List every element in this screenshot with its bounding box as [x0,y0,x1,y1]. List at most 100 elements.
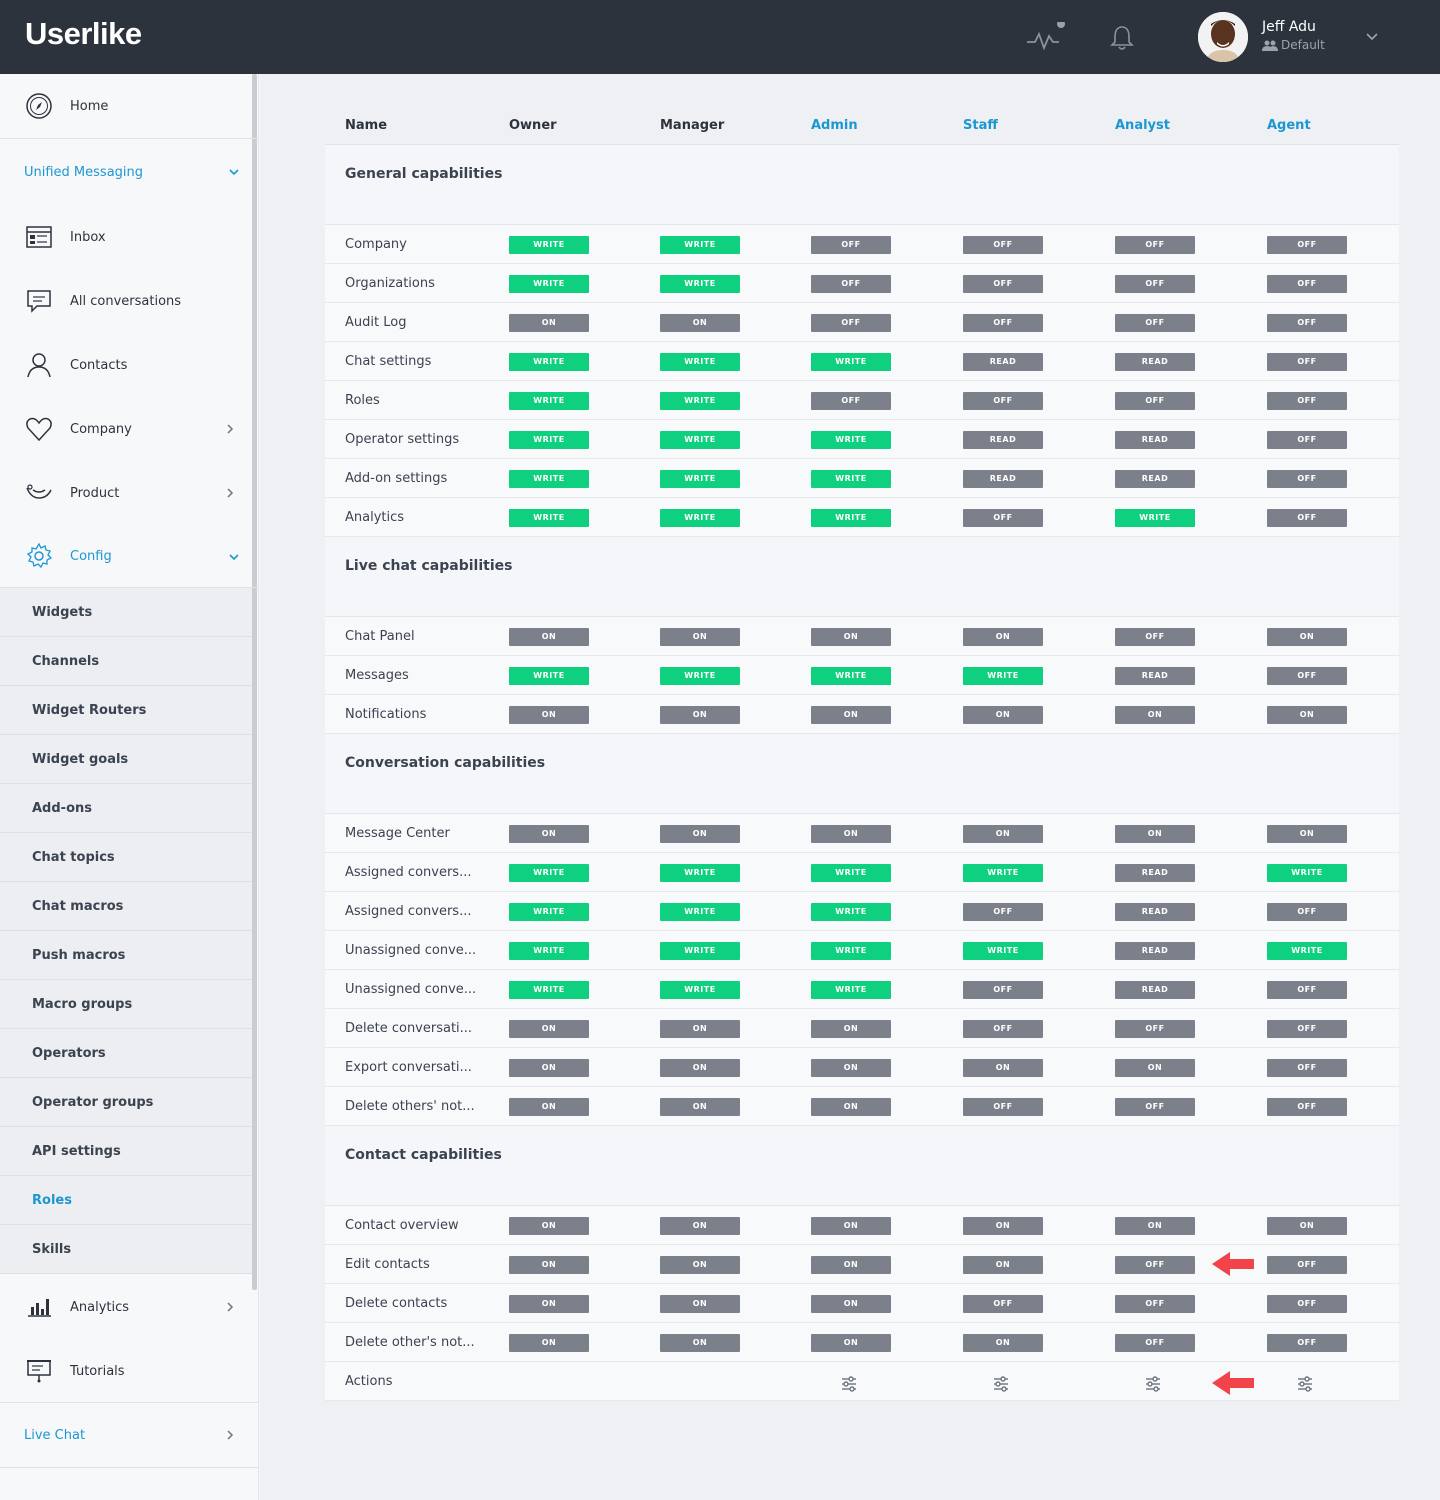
permission-badge[interactable]: OFF [1267,667,1347,685]
permission-badge[interactable]: ON [509,825,589,843]
column-header-staff[interactable]: Staff [963,118,998,133]
permission-badge[interactable]: ON [1267,1217,1347,1235]
permission-badge[interactable]: OFF [1267,1256,1347,1274]
sidebar-section-live-chat[interactable]: Live Chat [0,1403,252,1467]
permission-badge[interactable]: OFF [963,1098,1043,1116]
sidebar-subitem-widget-routers[interactable]: Widget Routers [0,686,252,735]
permission-badge[interactable]: ON [660,1334,740,1352]
permission-badge[interactable]: WRITE [811,353,891,371]
permission-badge[interactable]: OFF [1267,981,1347,999]
permission-badge[interactable]: OFF [1115,275,1195,293]
permission-badge[interactable]: WRITE [509,353,589,371]
permission-badge[interactable]: ON [963,1334,1043,1352]
activity-icon[interactable] [1025,22,1067,54]
permission-badge[interactable]: READ [1115,353,1195,371]
permission-badge[interactable]: ON [811,628,891,646]
permission-badge[interactable]: ON [509,628,589,646]
permission-badge[interactable]: WRITE [811,903,891,921]
permission-badge[interactable]: READ [1115,981,1195,999]
sidebar-subitem-chat-macros[interactable]: Chat macros [0,882,252,931]
permission-badge[interactable]: WRITE [1267,864,1347,882]
sidebar-item-home[interactable]: Home [0,74,252,138]
permission-badge[interactable]: ON [1115,1059,1195,1077]
permission-badge[interactable]: OFF [1267,1059,1347,1077]
permission-badge[interactable]: ON [1267,706,1347,724]
sidebar-subitem-push-macros[interactable]: Push macros [0,931,252,980]
permission-badge[interactable]: WRITE [811,942,891,960]
permission-badge[interactable]: OFF [1267,903,1347,921]
permission-badge[interactable]: ON [660,706,740,724]
permission-badge[interactable]: OFF [1267,392,1347,410]
bell-icon[interactable] [1108,24,1136,52]
permission-badge[interactable]: ON [660,1295,740,1313]
permission-badge[interactable]: WRITE [509,470,589,488]
permission-badge[interactable]: OFF [963,275,1043,293]
permission-badge[interactable]: ON [660,1098,740,1116]
sidebar-item-contacts[interactable]: Contacts [0,333,252,397]
permission-badge[interactable]: ON [509,1059,589,1077]
permission-badge[interactable]: ON [1115,1217,1195,1235]
permission-badge[interactable]: READ [1115,942,1195,960]
permission-badge[interactable]: ON [660,1256,740,1274]
permission-badge[interactable]: READ [1115,667,1195,685]
permission-badge[interactable]: ON [1267,825,1347,843]
sidebar-item-config[interactable]: Config [0,525,252,587]
permission-badge[interactable]: ON [963,706,1043,724]
permission-badge[interactable]: WRITE [811,431,891,449]
sidebar-subitem-add-ons[interactable]: Add-ons [0,784,252,833]
permission-badge[interactable]: OFF [963,236,1043,254]
permission-badge[interactable]: OFF [1115,1020,1195,1038]
permission-badge[interactable]: OFF [811,314,891,332]
permission-badge[interactable]: READ [963,431,1043,449]
permission-badge[interactable]: WRITE [963,942,1043,960]
sidebar-subitem-widget-goals[interactable]: Widget goals [0,735,252,784]
permission-badge[interactable]: WRITE [1267,942,1347,960]
permission-badge[interactable]: OFF [1115,1334,1195,1352]
permission-badge[interactable]: ON [811,1256,891,1274]
permission-badge[interactable]: OFF [1267,470,1347,488]
permission-badge[interactable]: OFF [1267,431,1347,449]
permission-badge[interactable]: OFF [963,392,1043,410]
sidebar-subitem-operator-groups[interactable]: Operator groups [0,1078,252,1127]
permission-badge[interactable]: ON [1115,706,1195,724]
permission-badge[interactable]: WRITE [509,903,589,921]
permission-badge[interactable]: ON [1267,628,1347,646]
permission-badge[interactable]: ON [660,628,740,646]
permission-badge[interactable]: ON [509,1295,589,1313]
permission-badge[interactable]: WRITE [660,981,740,999]
permission-badge[interactable]: ON [963,1256,1043,1274]
permission-badge[interactable]: WRITE [660,236,740,254]
permission-badge[interactable]: WRITE [509,981,589,999]
permission-badge[interactable]: OFF [1115,1098,1195,1116]
permission-badge[interactable]: ON [509,706,589,724]
permission-badge[interactable]: WRITE [660,392,740,410]
permission-badge[interactable]: WRITE [509,667,589,685]
permission-badge[interactable]: WRITE [509,509,589,527]
permission-badge[interactable]: WRITE [660,470,740,488]
permission-badge[interactable]: READ [963,470,1043,488]
permission-badge[interactable]: ON [509,1098,589,1116]
permission-badge[interactable]: WRITE [660,667,740,685]
permission-badge[interactable]: OFF [1267,1334,1347,1352]
permission-badge[interactable]: ON [811,825,891,843]
permission-badge[interactable]: WRITE [660,353,740,371]
sidebar-subitem-api-settings[interactable]: API settings [0,1127,252,1176]
permission-badge[interactable]: WRITE [509,275,589,293]
sliders-icon[interactable] [1296,1375,1314,1393]
permission-badge[interactable]: OFF [1267,353,1347,371]
permission-badge[interactable]: READ [1115,864,1195,882]
sidebar-scrollbar[interactable] [252,74,257,1290]
permission-badge[interactable]: ON [509,1256,589,1274]
sidebar-section-unified-messaging[interactable]: Unified Messaging [0,139,252,205]
permission-badge[interactable]: ON [509,1217,589,1235]
permission-badge[interactable]: OFF [811,236,891,254]
permission-badge[interactable]: ON [660,1059,740,1077]
permission-badge[interactable]: OFF [963,981,1043,999]
permission-badge[interactable]: ON [660,314,740,332]
sidebar-subitem-roles[interactable]: Roles [0,1176,252,1225]
column-header-analyst[interactable]: Analyst [1115,118,1170,133]
permission-badge[interactable]: WRITE [509,864,589,882]
sidebar-item-company[interactable]: Company [0,397,252,461]
sidebar-subitem-widgets[interactable]: Widgets [0,588,252,637]
permission-badge[interactable]: OFF [1267,1098,1347,1116]
